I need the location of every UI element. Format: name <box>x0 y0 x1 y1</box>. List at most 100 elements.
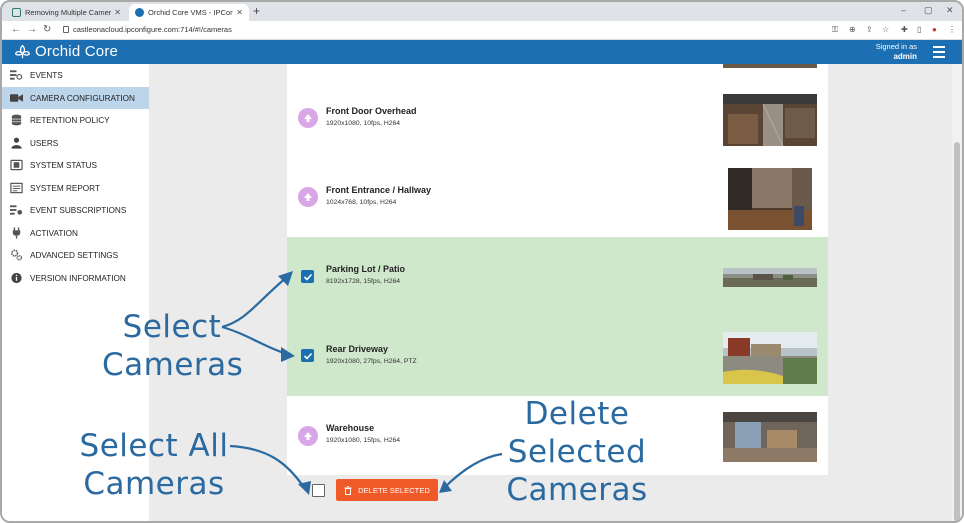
browser-tab-1[interactable]: Removing Multiple Cameras - Or ✕ <box>6 4 127 21</box>
camera-info: 1920x1080, 15fps, H264 <box>326 437 401 444</box>
camera-thumbnail[interactable] <box>723 94 817 146</box>
sidebar-item-camera-configuration[interactable]: CAMERA CONFIGURATION <box>2 87 149 109</box>
camera-name: Front Door Overhead <box>326 106 417 116</box>
app-header: Orchid Core Signed in as admin <box>2 40 962 64</box>
forward-icon[interactable]: → <box>27 24 37 35</box>
sidebar-item-activation[interactable]: ACTIVATION <box>2 222 149 244</box>
zoom-icon[interactable]: ⊕ <box>849 25 856 34</box>
address-row: ← → ↻ castleonacloud.ipconfigure.com:714… <box>2 21 962 40</box>
callout-line: Select <box>122 309 222 345</box>
back-icon[interactable]: ← <box>11 24 21 35</box>
sidebar-item-advanced-settings[interactable]: ADVANCED SETTINGS <box>2 244 149 266</box>
status-icon <box>9 159 23 171</box>
subscriptions-icon <box>9 204 23 216</box>
delete-selected-button[interactable]: DELETE SELECTED <box>336 479 438 501</box>
camera-name: Front Entrance / Hallway <box>326 185 432 195</box>
camera-info: 8192x1728, 15fps, H264 <box>326 278 401 285</box>
callout-line: Delete <box>524 396 630 432</box>
sidebar-item-events[interactable]: EVENTS <box>2 64 149 86</box>
camera-thumbnail[interactable] <box>723 412 817 462</box>
signed-in-info: Signed in as admin <box>876 42 917 62</box>
browser-tab-title: Orchid Core VMS - IPConfigure <box>148 8 234 17</box>
callout-line: Cameras <box>83 466 225 502</box>
browser-tab-title: Removing Multiple Cameras - Or <box>25 8 112 17</box>
close-tab-icon[interactable]: ✕ <box>236 8 243 17</box>
camera-name: Warehouse <box>326 423 375 433</box>
camera-info: 1920x1080, 10fps, H264 <box>326 120 401 127</box>
signed-in-label: Signed in as <box>875 42 917 51</box>
sidebar-item-label: ACTIVATION <box>30 228 78 238</box>
sidebar-item-label: USERS <box>30 138 59 148</box>
close-tab-icon[interactable]: ✕ <box>114 8 121 17</box>
sidebar-item-label: EVENT SUBSCRIPTIONS <box>30 205 127 215</box>
browser-tabstrip: Removing Multiple Cameras - Or ✕ Orchid … <box>2 2 962 21</box>
sidebar-item-label: SYSTEM REPORT <box>30 183 100 193</box>
sidebar-item-system-report[interactable]: SYSTEM REPORT <box>2 177 149 199</box>
upload-arrow-icon[interactable] <box>298 187 318 207</box>
profile-avatar-icon[interactable]: ● <box>932 25 937 34</box>
camera-icon <box>9 92 23 104</box>
trash-icon <box>344 485 352 495</box>
orchid-logo[interactable]: Orchid Core <box>14 43 118 60</box>
bookmark-star-icon[interactable]: ☆ <box>882 25 889 34</box>
callout-line: Select All <box>79 428 229 464</box>
share-icon[interactable]: ⇪ <box>866 25 873 34</box>
report-icon <box>9 182 23 194</box>
docs-favicon-icon <box>12 8 21 17</box>
sidebar-item-system-status[interactable]: SYSTEM STATUS <box>2 154 149 176</box>
sidepanel-icon[interactable]: ▯ <box>917 25 921 34</box>
sidebar-item-event-subscriptions[interactable]: EVENT SUBSCRIPTIONS <box>2 199 149 221</box>
reload-icon[interactable]: ↻ <box>43 24 51 35</box>
events-icon <box>9 69 23 81</box>
extensions-icon[interactable]: ✚ <box>901 25 908 34</box>
camera-name: Rear Driveway <box>326 344 389 354</box>
upload-arrow-icon[interactable] <box>298 108 318 128</box>
camera-thumbnail[interactable] <box>728 168 812 230</box>
camera-info: 1920x1080, 27fps, H264, PTZ <box>326 358 417 365</box>
database-icon <box>9 114 23 126</box>
info-icon <box>9 272 23 284</box>
camera-checkbox-checked[interactable] <box>301 349 314 362</box>
close-window-icon[interactable]: ✕ <box>946 5 954 16</box>
delete-selected-label: DELETE SELECTED <box>358 485 430 495</box>
sidebar-item-label: ADVANCED SETTINGS <box>30 250 119 260</box>
hamburger-menu-icon[interactable] <box>933 46 945 61</box>
sidebar-item-retention-policy[interactable]: RETENTION POLICY <box>2 109 149 131</box>
maximize-icon[interactable]: ▢ <box>924 5 933 16</box>
sidebar-item-users[interactable]: USERS <box>2 132 149 154</box>
camera-thumbnail <box>723 64 817 68</box>
sidebar-item-label: VERSION INFORMATION <box>30 273 126 283</box>
browser-menu-icon[interactable]: ⋮ <box>948 25 956 34</box>
camera-info: 1024x768, 10fps, H264 <box>326 199 397 206</box>
url-field[interactable]: castleonacloud.ipconfigure.com:714/#!/ca… <box>63 25 232 34</box>
sidebar-item-label: CAMERA CONFIGURATION <box>30 93 135 103</box>
select-all-checkbox[interactable] <box>312 484 325 497</box>
callout-line: Selected <box>507 434 647 470</box>
plug-icon <box>9 227 23 239</box>
url-text: castleonacloud.ipconfigure.com:714/#!/ca… <box>73 25 232 34</box>
key-icon[interactable]: ⚿ <box>832 25 838 35</box>
browser-tab-2[interactable]: Orchid Core VMS - IPConfigure ✕ <box>129 4 249 21</box>
app-title: Orchid Core <box>35 43 119 60</box>
minimize-icon[interactable]: – <box>901 5 906 15</box>
orchid-flower-icon <box>15 44 30 59</box>
callout-select-cameras: Select Cameras <box>102 308 244 384</box>
upload-arrow-icon[interactable] <box>298 426 318 446</box>
lock-icon <box>63 26 69 33</box>
sidebar-item-label: RETENTION POLICY <box>30 115 110 125</box>
camera-checkbox-checked[interactable] <box>301 270 314 283</box>
new-tab-icon[interactable]: + <box>253 4 260 18</box>
callout-delete-selected: Delete Selected Cameras <box>502 395 652 509</box>
camera-thumbnail[interactable] <box>723 332 817 384</box>
callout-line: Cameras <box>102 347 244 383</box>
scrollbar-thumb[interactable] <box>954 142 960 521</box>
orchid-favicon-icon <box>135 8 144 17</box>
callout-line: Cameras <box>506 472 648 508</box>
username: admin <box>893 52 917 61</box>
camera-name: Parking Lot / Patio <box>326 264 406 274</box>
gears-icon <box>9 249 23 261</box>
camera-thumbnail[interactable] <box>723 268 817 287</box>
sidebar-item-version-information[interactable]: VERSION INFORMATION <box>2 267 149 289</box>
window-frame: Removing Multiple Cameras - Or ✕ Orchid … <box>0 0 964 523</box>
sidebar-item-label: EVENTS <box>30 70 63 80</box>
